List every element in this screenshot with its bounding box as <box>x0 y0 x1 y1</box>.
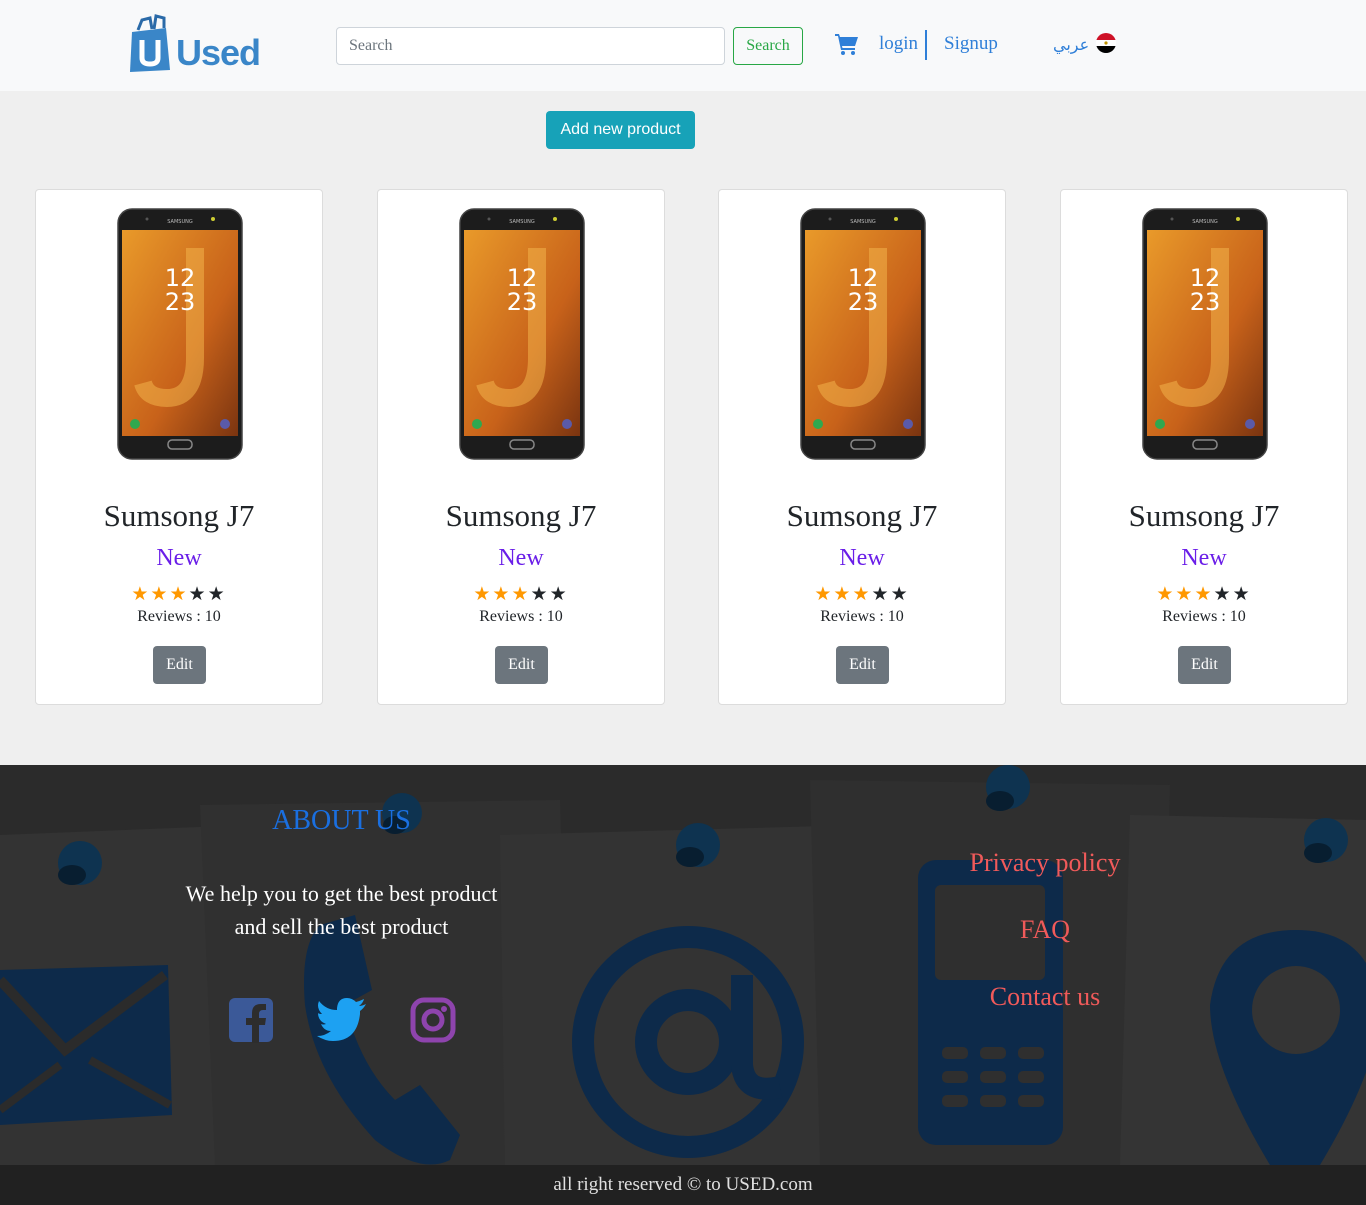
product-card[interactable]: SAMSUNG 12 23 Sumsong J7 New ★★★★★ Revie… <box>35 189 323 705</box>
footer: ABOUT US We help you to get the best pro… <box>0 765 1366 1165</box>
about-us-text: We help you to get the best product and … <box>160 877 523 943</box>
faq-link[interactable]: FAQ <box>900 915 1190 945</box>
svg-text:SAMSUNG: SAMSUNG <box>1192 219 1218 225</box>
edit-button[interactable]: Edit <box>836 646 889 684</box>
star-icon: ★ <box>530 583 550 605</box>
about-line-2: and sell the best product <box>234 914 449 939</box>
rating-stars: ★★★★★ <box>378 583 664 605</box>
about-line-1: We help you to get the best product <box>185 881 498 906</box>
product-title[interactable]: Sumsong J7 <box>1061 498 1347 534</box>
product-title[interactable]: Sumsong J7 <box>719 498 1005 534</box>
star-icon: ★ <box>473 583 493 605</box>
star-icon: ★ <box>131 583 151 605</box>
add-new-product-button[interactable]: Add new product <box>546 111 695 149</box>
search-input[interactable] <box>336 27 725 65</box>
star-icon: ★ <box>1175 583 1195 605</box>
copyright-text: all right reserved © to USED.com <box>0 1165 1366 1205</box>
product-title[interactable]: Sumsong J7 <box>378 498 664 534</box>
star-icon: ★ <box>492 583 512 605</box>
search-button[interactable]: Search <box>733 27 803 65</box>
star-icon: ★ <box>188 583 208 605</box>
reviews-count: Reviews : 10 <box>137 608 221 625</box>
star-icon: ★ <box>207 583 227 605</box>
instagram-icon[interactable] <box>410 997 456 1043</box>
product-title[interactable]: Sumsong J7 <box>36 498 322 534</box>
svg-text:23: 23 <box>507 288 538 316</box>
egypt-flag-icon[interactable] <box>1096 33 1116 53</box>
star-icon: ★ <box>511 583 531 605</box>
star-icon: ★ <box>1194 583 1214 605</box>
product-condition: New <box>839 545 885 571</box>
privacy-policy-link[interactable]: Privacy policy <box>900 848 1190 878</box>
cart-icon[interactable] <box>835 33 859 55</box>
rating-stars: ★★★★★ <box>36 583 322 605</box>
star-icon: ★ <box>1156 583 1176 605</box>
star-icon: ★ <box>1232 583 1252 605</box>
star-icon: ★ <box>833 583 853 605</box>
samsung-phone-image: SAMSUNG 12 23 <box>1142 208 1268 460</box>
reviews-count: Reviews : 10 <box>479 608 563 625</box>
star-icon: ★ <box>549 583 569 605</box>
samsung-phone-image: SAMSUNG 12 23 <box>117 208 243 460</box>
contact-us-link[interactable]: Contact us <box>900 982 1190 1012</box>
star-icon: ★ <box>150 583 170 605</box>
about-us-title: ABOUT US <box>272 805 411 836</box>
svg-text:SAMSUNG: SAMSUNG <box>850 219 876 225</box>
reviews-count: Reviews : 10 <box>1162 608 1246 625</box>
star-icon: ★ <box>814 583 834 605</box>
svg-text:23: 23 <box>1190 288 1221 316</box>
signup-link[interactable]: Signup <box>944 33 998 55</box>
product-condition: New <box>1181 545 1227 571</box>
login-link[interactable]: login <box>879 33 918 55</box>
star-icon: ★ <box>1213 583 1233 605</box>
product-card[interactable]: SAMSUNG 12 23 Sumsong J7 New ★★★★★ Revie… <box>718 189 1006 705</box>
product-card[interactable]: SAMSUNG 12 23 Sumsong J7 New ★★★★★ Revie… <box>1060 189 1348 705</box>
samsung-phone-image: SAMSUNG 12 23 <box>459 208 585 460</box>
navbar: Used Search login Signup عربي <box>0 0 1366 91</box>
rating-stars: ★★★★★ <box>1061 583 1347 605</box>
product-condition: New <box>498 545 544 571</box>
star-icon: ★ <box>871 583 891 605</box>
language-link[interactable]: عربي <box>1053 35 1089 54</box>
star-icon: ★ <box>852 583 872 605</box>
star-icon: ★ <box>890 583 910 605</box>
edit-button[interactable]: Edit <box>153 646 206 684</box>
used-logo[interactable]: Used <box>128 14 261 74</box>
shopping-bag-icon <box>130 14 170 72</box>
nav-divider <box>925 30 927 60</box>
svg-text:SAMSUNG: SAMSUNG <box>167 219 193 225</box>
facebook-icon[interactable] <box>228 997 274 1043</box>
edit-button[interactable]: Edit <box>495 646 548 684</box>
rating-stars: ★★★★★ <box>719 583 1005 605</box>
twitter-icon[interactable] <box>316 997 368 1043</box>
samsung-phone-image: SAMSUNG 12 23 <box>800 208 926 460</box>
product-card[interactable]: SAMSUNG 12 23 Sumsong J7 New ★★★★★ Revie… <box>377 189 665 705</box>
svg-text:23: 23 <box>848 288 879 316</box>
reviews-count: Reviews : 10 <box>820 608 904 625</box>
star-icon: ★ <box>169 583 189 605</box>
svg-text:SAMSUNG: SAMSUNG <box>509 219 535 225</box>
edit-button[interactable]: Edit <box>1178 646 1231 684</box>
svg-text:23: 23 <box>165 288 196 316</box>
logo-text: Used <box>176 32 261 73</box>
product-condition: New <box>156 545 202 571</box>
